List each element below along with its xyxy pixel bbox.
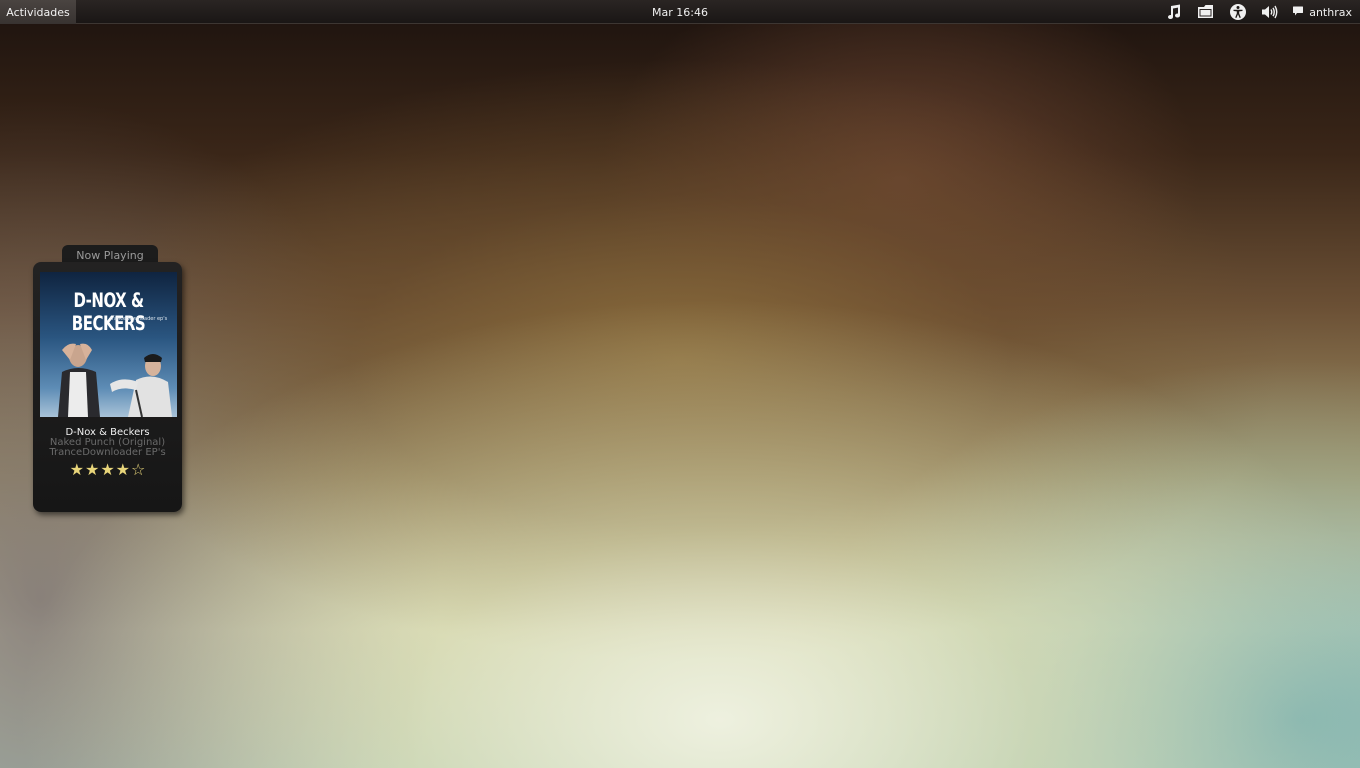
track-info: D-Nox & Beckers Naked Punch (Original) T… <box>33 427 182 478</box>
accessibility-icon[interactable] <box>1222 0 1254 24</box>
folder-icon[interactable] <box>1190 0 1222 24</box>
user-menu[interactable]: anthrax <box>1286 0 1360 24</box>
chat-bubble-icon <box>1292 5 1304 20</box>
activities-button[interactable]: Actividades <box>0 0 76 24</box>
clock[interactable]: Mar 16:46 <box>620 0 740 24</box>
cover-subtitle: trancedownloader ep's <box>110 316 168 322</box>
star-empty-icon[interactable]: ☆ <box>131 462 145 478</box>
star-filled-icon[interactable]: ★ <box>116 462 130 478</box>
star-filled-icon[interactable]: ★ <box>100 462 114 478</box>
star-filled-icon[interactable]: ★ <box>85 462 99 478</box>
album-cover[interactable]: D-NOX & BECKERS trancedownloader ep's <box>40 272 177 417</box>
now-playing-widget: D-NOX & BECKERS trancedownloader ep's D-… <box>33 262 182 512</box>
album-title: TranceDownloader EP's <box>49 447 166 458</box>
system-tray: anthrax <box>1158 0 1360 24</box>
volume-icon[interactable] <box>1254 0 1286 24</box>
cover-title: D-NOX & BECKERS <box>71 288 146 336</box>
rating-stars[interactable]: ★ ★ ★ ★ ☆ <box>33 462 182 478</box>
star-filled-icon[interactable]: ★ <box>70 462 84 478</box>
user-name: anthrax <box>1309 5 1352 19</box>
top-panel: Actividades Mar 16:46 anthrax <box>0 0 1360 24</box>
music-note-icon[interactable] <box>1158 0 1190 24</box>
